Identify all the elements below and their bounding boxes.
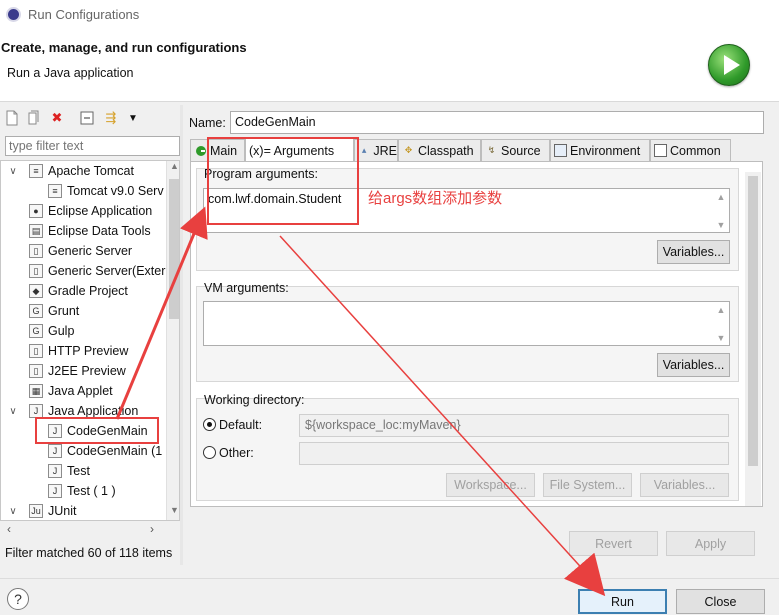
arrow-args-to-run	[279, 235, 599, 587]
arrow-config-to-args	[115, 206, 208, 420]
arrow-head-run	[563, 552, 606, 597]
annotation-arrows	[115, 206, 606, 597]
